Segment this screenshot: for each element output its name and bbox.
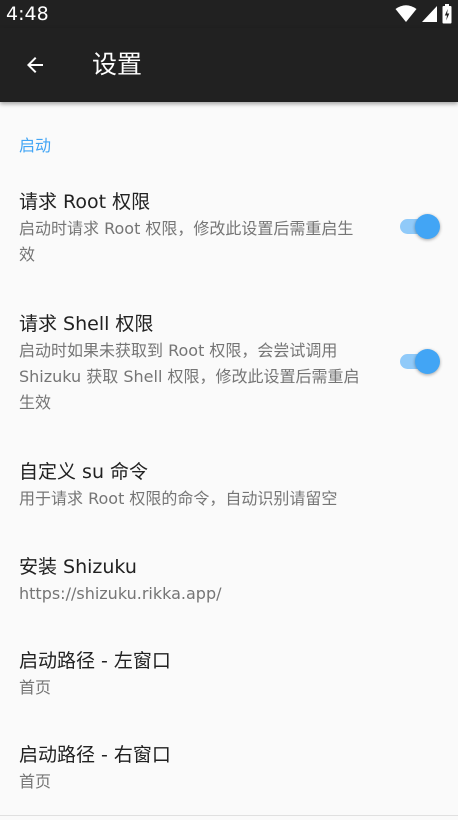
request-shell-toggle[interactable]: [398, 347, 442, 377]
pref-title: 启动路径 - 右窗口: [19, 744, 171, 766]
arrow-back-icon: [23, 53, 47, 77]
pref-title: 自定义 su 命令: [19, 461, 149, 483]
pref-title: 启动路径 - 左窗口: [19, 650, 171, 672]
toggle-thumb: [415, 349, 440, 374]
app-bar: 设置: [0, 28, 458, 102]
status-icons: [395, 4, 452, 24]
cell-signal-icon: [421, 5, 438, 23]
battery-charging-icon: [442, 4, 452, 24]
wifi-icon: [395, 5, 417, 23]
pref-summary: 首页: [19, 772, 52, 791]
section-header-startup: 启动: [19, 136, 52, 155]
back-button[interactable]: [14, 44, 56, 86]
pref-summary: 首页: [19, 678, 52, 697]
pref-startup-path-right[interactable]: 启动路径 - 右窗口 首页: [0, 727, 458, 807]
pref-title: 安装 Shizuku: [19, 556, 137, 578]
pref-request-shell[interactable]: 请求 Shell 权限 启动时如果未获取到 Root 权限，会尝试调用 Shiz…: [0, 296, 458, 420]
request-root-toggle[interactable]: [398, 212, 442, 242]
pref-summary: 启动时请求 Root 权限，修改此设置后需重启生效: [19, 219, 354, 264]
pref-summary: https://shizuku.rikka.app/: [19, 584, 222, 603]
pref-startup-path-left[interactable]: 启动路径 - 左窗口 首页: [0, 633, 458, 713]
pref-install-shizuku[interactable]: 安装 Shizuku https://shizuku.rikka.app/: [0, 539, 458, 619]
status-bar: 4:48: [0, 0, 458, 28]
divider: [0, 815, 458, 816]
page-title: 设置: [92, 50, 143, 79]
pref-title: 请求 Shell 权限: [19, 313, 154, 335]
status-time: 4:48: [6, 3, 49, 25]
pref-summary: 用于请求 Root 权限的命令，自动识别请留空: [19, 489, 338, 508]
pref-summary: 启动时如果未获取到 Root 权限，会尝试调用 Shizuku 获取 Shell…: [19, 341, 360, 412]
pref-custom-su-command[interactable]: 自定义 su 命令 用于请求 Root 权限的命令，自动识别请留空: [0, 444, 458, 524]
pref-title: 请求 Root 权限: [19, 191, 151, 213]
toggle-thumb: [415, 214, 440, 239]
pref-request-root[interactable]: 请求 Root 权限 启动时请求 Root 权限，修改此设置后需重启生效: [0, 174, 458, 284]
